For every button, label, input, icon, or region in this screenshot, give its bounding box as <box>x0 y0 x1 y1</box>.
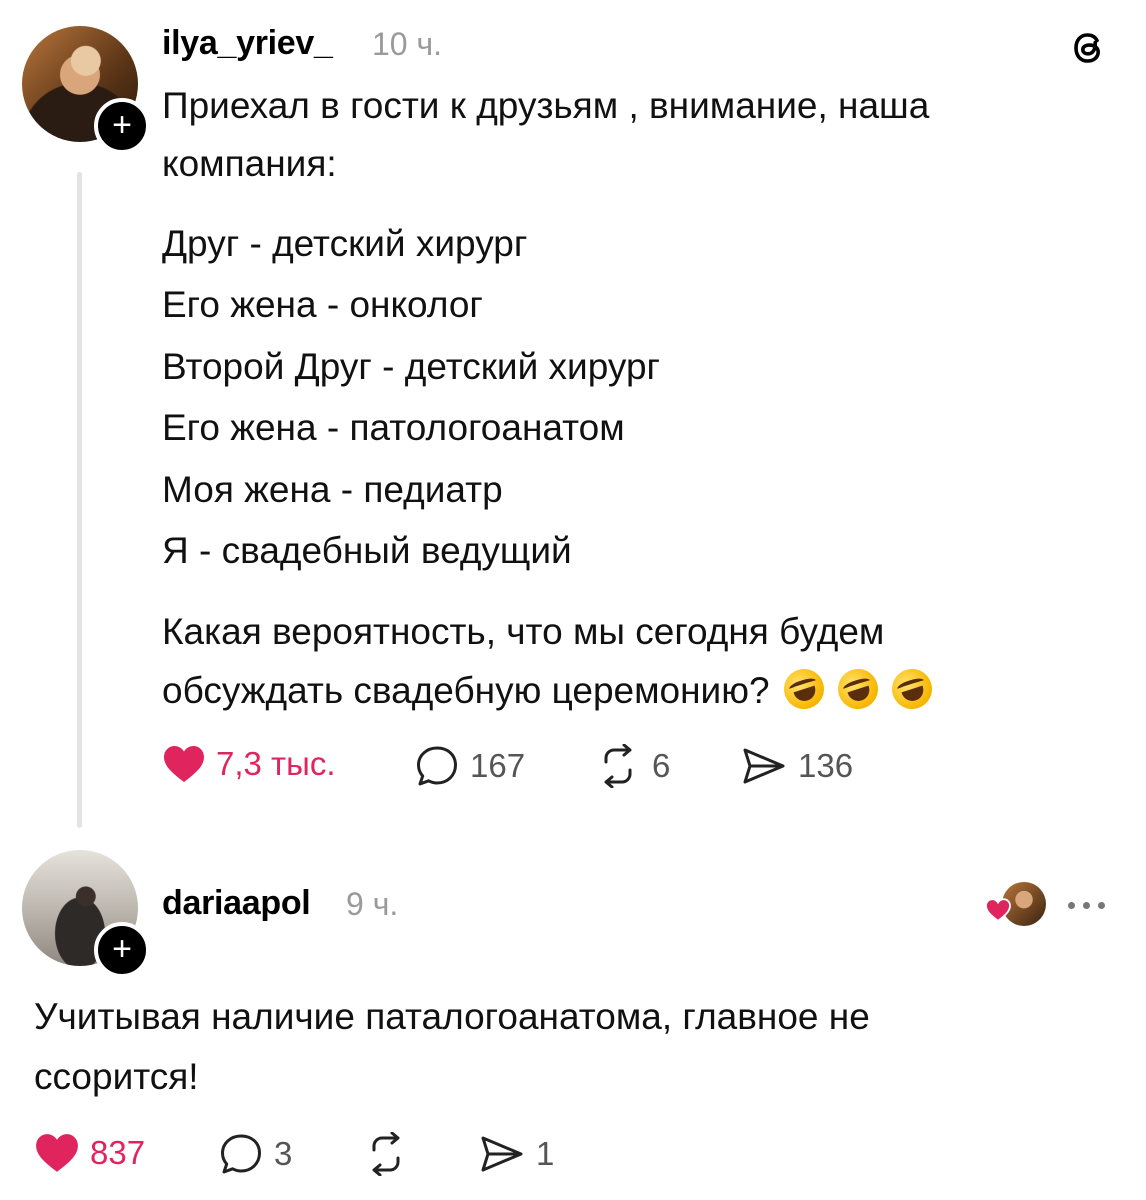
post-line: компания: <box>162 143 337 184</box>
post-line: Второй Друг - детский хирург <box>162 346 661 387</box>
reply-comment-count: 3 <box>274 1135 293 1172</box>
comment-count: 167 <box>470 747 526 784</box>
like-count: 7,3 тыс. <box>216 745 336 782</box>
repost-count: 6 <box>652 747 671 784</box>
reply-share-button[interactable]: 1 <box>478 1132 554 1176</box>
reply-share-count: 1 <box>536 1135 555 1172</box>
like-button[interactable]: 7,3 тыс. <box>162 744 336 784</box>
comment-bubble-icon <box>417 746 457 786</box>
reply-line: ссорится! <box>34 1056 199 1097</box>
heart-icon <box>36 1134 78 1172</box>
rofl-emoji-icon <box>887 663 938 715</box>
post-line: Друг - детский хирург <box>162 223 528 264</box>
follow-plus-icon[interactable]: + <box>94 922 150 978</box>
send-icon <box>743 748 785 784</box>
reply-like-count: 837 <box>90 1134 146 1171</box>
share-count: 136 <box>798 747 854 784</box>
repost-button[interactable]: 6 <box>594 744 670 788</box>
share-button[interactable]: 136 <box>740 744 853 788</box>
reply-line: Учитывая наличие паталогоанатома, главно… <box>34 996 870 1037</box>
post-line: обсуждать свадебную церемонию? <box>162 670 770 711</box>
reply-comment-button[interactable]: 3 <box>218 1132 292 1176</box>
post-line: Его жена - онколог <box>162 284 483 325</box>
rofl-emoji-icon <box>832 663 884 715</box>
comment-button[interactable]: 167 <box>414 744 525 788</box>
reply-timestamp: 9 ч. <box>346 886 399 922</box>
reply-like-button[interactable]: 837 <box>34 1132 145 1174</box>
reply-author-username[interactable]: dariaapol <box>162 884 311 923</box>
repost-icon <box>372 1132 400 1176</box>
post-author-username[interactable]: ilya_yriev_ <box>162 24 333 63</box>
reply-repost-button[interactable] <box>362 1132 410 1176</box>
repost-icon <box>604 744 632 788</box>
post-line: Моя жена - педиатр <box>162 469 503 510</box>
rofl-emoji-icon <box>778 663 830 715</box>
heart-icon <box>985 898 1011 922</box>
post-line: Я - свадебный ведущий <box>162 530 572 571</box>
send-icon <box>481 1136 523 1172</box>
post-line: Приехал в гости к друзьям , внимание, на… <box>162 85 930 126</box>
comment-bubble-icon <box>221 1134 261 1174</box>
post-line-with-emoji: обсуждать свадебную церемонию? <box>162 660 938 722</box>
threads-logo-icon[interactable] <box>1066 26 1110 70</box>
liked-by-author-indicator <box>984 882 1046 926</box>
post-line: Какая вероятность, что мы сегодня будем <box>162 611 885 652</box>
heart-icon <box>164 746 204 782</box>
post-line: Его жена - патологоанатом <box>162 407 625 448</box>
thread-connector-line <box>77 172 82 828</box>
post-timestamp: 10 ч. <box>372 26 443 62</box>
follow-plus-icon[interactable]: + <box>94 98 150 154</box>
more-dots-icon[interactable] <box>1068 902 1105 909</box>
